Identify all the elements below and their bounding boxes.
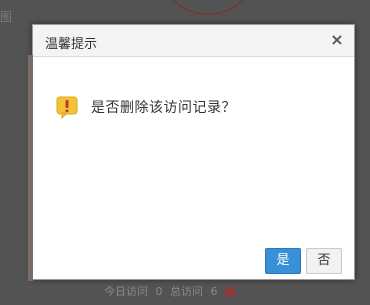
close-button[interactable]: × (328, 31, 346, 49)
total-visits-value: 6 (210, 285, 218, 298)
dialog-title: 温馨提示 (45, 37, 98, 52)
confirm-yes-button[interactable]: 是 (265, 248, 301, 274)
dialog-header: 温馨提示 × (33, 25, 354, 57)
dialog-footer: 是 否 (33, 243, 354, 279)
dialog-message: 是否删除该访问记录？ (91, 100, 236, 116)
stats-icon (225, 287, 235, 297)
today-visits-value: 0 (155, 285, 163, 298)
warning-icon (55, 95, 79, 120)
confirm-dialog: 温馨提示 × 是否删除该访问记录？ 是 否 (28, 24, 355, 281)
total-visits-label: 总访问 (170, 285, 203, 298)
confirm-no-button[interactable]: 否 (306, 248, 342, 274)
today-visits-label: 今日访问 (104, 285, 148, 298)
background-left-text: 图 (0, 10, 13, 24)
background-circle-decoration (168, 0, 248, 15)
dialog-message-row: 是否删除该访问记录？ (55, 95, 236, 120)
background-footer-stats: 今日访问 0 总访问 6 (104, 283, 239, 299)
